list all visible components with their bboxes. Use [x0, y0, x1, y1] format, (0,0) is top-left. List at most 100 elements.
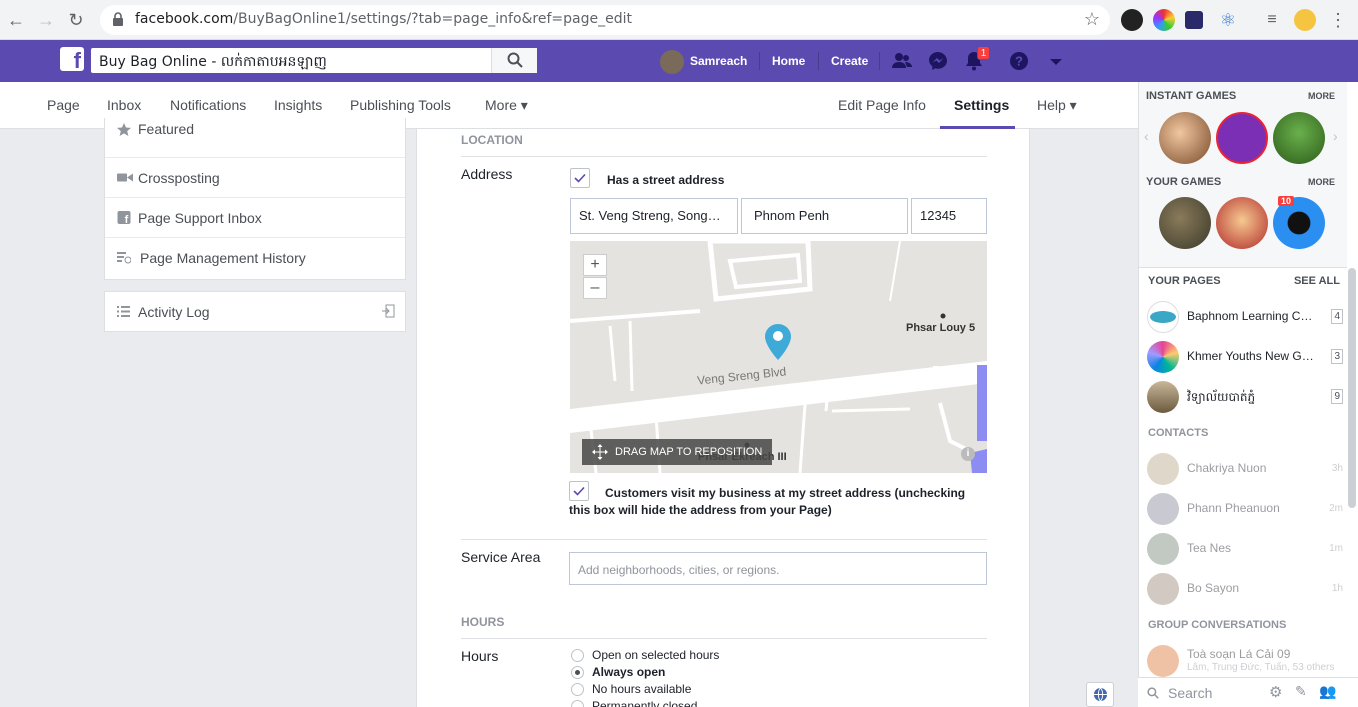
tab-insights[interactable]: Insights: [274, 97, 322, 113]
hours-heading: HOURS: [461, 615, 505, 629]
reload-icon[interactable]: ↻: [64, 8, 88, 32]
your-games-more-link[interactable]: MORE: [1308, 177, 1335, 187]
contact-last-active: 3h: [1331, 463, 1343, 474]
media-icon[interactable]: ≡: [1261, 9, 1283, 31]
game-thumbnail[interactable]: [1216, 197, 1268, 249]
bookmark-star-icon[interactable]: ☆: [1084, 9, 1100, 30]
street-address-field[interactable]: St. Veng Streng, Song…: [570, 198, 738, 234]
star-icon: [117, 123, 131, 136]
create-link[interactable]: Create: [831, 54, 868, 68]
game-quiz-thumbnail[interactable]: [1159, 112, 1211, 164]
radio-always-open[interactable]: [571, 666, 584, 679]
group-conversation-item[interactable]: Toà soạn Lá Cải 09 Lâm, Trung Đức, Tuấn,…: [1147, 645, 1343, 677]
language-globe-icon[interactable]: [1086, 682, 1114, 707]
nav-item-page-support-inbox[interactable]: f Page Support Inbox: [105, 198, 405, 238]
menu-dots-icon[interactable]: ⋮: [1326, 8, 1350, 32]
chevron-left-icon[interactable]: ‹: [1144, 128, 1149, 144]
zoom-in-button[interactable]: +: [583, 254, 607, 276]
divider: [759, 52, 760, 70]
messenger-icon[interactable]: [927, 50, 949, 72]
see-all-link[interactable]: SEE ALL: [1294, 275, 1340, 287]
city-field[interactable]: Phnom Penh: [741, 198, 908, 234]
page-item[interactable]: Baphnom Learning Cl… 4: [1147, 301, 1343, 333]
radio-label: No hours available: [592, 682, 692, 696]
settings-nav: Featured Crossposting f Page Support Inb…: [104, 118, 406, 280]
tab-inbox[interactable]: Inbox: [107, 97, 141, 113]
avatar: [1147, 573, 1179, 605]
location-heading: LOCATION: [461, 133, 523, 147]
hours-label: Hours: [461, 648, 499, 664]
user-profile-link[interactable]: Samreach: [660, 50, 747, 74]
help-icon[interactable]: ?: [1008, 50, 1030, 72]
zip-field[interactable]: 12345: [911, 198, 987, 234]
chevron-down-icon[interactable]: [1045, 50, 1067, 72]
game-soccer-thumbnail[interactable]: [1159, 197, 1211, 249]
map-pin-icon[interactable]: [764, 323, 792, 361]
page-avatar: [1147, 381, 1179, 413]
location-map[interactable]: + – Phsar Louy 5 Veng Sreng Blvd Phsar E…: [570, 241, 987, 473]
nav-item-page-management-history[interactable]: Page Management History: [105, 238, 405, 278]
new-message-icon[interactable]: ✎: [1295, 683, 1307, 700]
page-avatar: [1147, 301, 1179, 333]
fb-search-input[interactable]: Buy Bag Online - លក់កាតាបអនឡាញ: [91, 48, 537, 73]
tab-publishing-tools[interactable]: Publishing Tools: [350, 97, 451, 113]
tab-settings[interactable]: Settings: [954, 97, 1009, 113]
tab-notifications[interactable]: Notifications: [170, 97, 246, 113]
nav-item-featured[interactable]: Featured: [105, 118, 405, 158]
chat-search-input[interactable]: Search ⚙ ✎ 👥: [1138, 677, 1358, 707]
radio-no-hours[interactable]: [571, 683, 584, 696]
avatar: [1147, 453, 1179, 485]
page-item[interactable]: វិទ្យាល័យបាត់ភ្នំ 9: [1147, 381, 1343, 413]
right-sidebar: INSTANT GAMES MORE ‹ › YOUR GAMES MORE 1…: [1138, 82, 1358, 707]
forward-icon[interactable]: →: [34, 8, 58, 32]
tab-help[interactable]: Help ▾: [1037, 97, 1077, 114]
tab-page[interactable]: Page: [47, 97, 80, 113]
contact-item[interactable]: Bo Sayon 1h: [1147, 573, 1343, 605]
nav-item-crossposting[interactable]: Crossposting: [105, 158, 405, 198]
contact-item[interactable]: Tea Nes 1m: [1147, 533, 1343, 565]
page-notification-count: 3: [1331, 349, 1343, 364]
search-button[interactable]: [491, 48, 537, 73]
game-wordblitz-thumbnail[interactable]: [1216, 112, 1268, 164]
video-icon: [117, 173, 133, 182]
extension-color-icon[interactable]: [1153, 9, 1175, 31]
open-external-icon: [382, 304, 395, 318]
home-link[interactable]: Home: [772, 54, 805, 68]
extension-square-icon[interactable]: [1185, 11, 1203, 29]
gear-icon[interactable]: ⚙: [1269, 683, 1282, 701]
create-group-icon[interactable]: 👥: [1319, 683, 1336, 700]
page-item[interactable]: Khmer Youths New G… 3: [1147, 341, 1343, 373]
move-arrows-icon: [592, 444, 608, 460]
zoom-out-button[interactable]: –: [583, 277, 607, 299]
contact-item[interactable]: Chakriya Nuon 3h: [1147, 453, 1343, 485]
extension-mask-icon[interactable]: [1121, 9, 1143, 31]
contact-last-active: 1h: [1331, 583, 1343, 594]
game-thumbnail[interactable]: [1273, 112, 1325, 164]
page-info-panel: LOCATION Address Has a street address St…: [416, 129, 1030, 707]
friend-requests-icon[interactable]: [891, 50, 913, 72]
instant-games-more-link[interactable]: MORE: [1308, 91, 1335, 101]
sidebar-scrollbar[interactable]: [1348, 268, 1356, 508]
address-bar[interactable]: facebook.com/BuyBagOnline1/settings/?tab…: [100, 5, 1110, 35]
radio-open-selected-hours[interactable]: [571, 649, 584, 662]
info-icon[interactable]: i: [961, 447, 975, 461]
radio-permanently-closed[interactable]: [571, 700, 584, 707]
service-area-input[interactable]: Add neighborhoods, cities, or regions.: [569, 552, 987, 585]
back-icon[interactable]: ←: [4, 8, 28, 32]
your-games-heading: YOUR GAMES: [1146, 176, 1222, 188]
facebook-square-icon: f: [117, 211, 131, 224]
instant-games-heading: INSTANT GAMES: [1146, 90, 1237, 102]
has-street-address-label: Has a street address: [607, 173, 725, 187]
radio-label: Permanently closed: [592, 699, 698, 707]
chevron-right-icon[interactable]: ›: [1333, 128, 1338, 144]
divider: [461, 539, 987, 540]
profile-avatar[interactable]: [1294, 9, 1316, 31]
tab-more[interactable]: More ▾: [485, 97, 528, 114]
contact-last-active: 1m: [1329, 543, 1343, 554]
contact-item[interactable]: Phann Pheanuon 2m: [1147, 493, 1343, 525]
has-street-address-checkbox[interactable]: [570, 168, 590, 188]
react-icon[interactable]: ⚛: [1217, 9, 1239, 31]
tab-edit-page-info[interactable]: Edit Page Info: [838, 97, 926, 113]
facebook-logo-icon[interactable]: f: [60, 47, 84, 71]
activity-log-link[interactable]: Activity Log: [104, 291, 406, 332]
